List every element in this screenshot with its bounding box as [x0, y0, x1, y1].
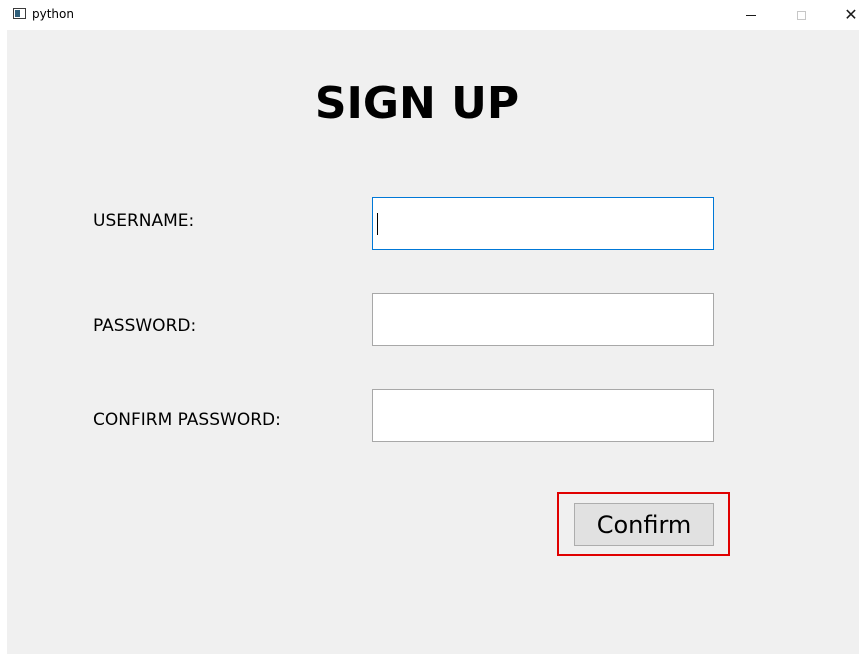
text-caret: [377, 213, 378, 235]
close-button[interactable]: ✕: [828, 0, 866, 30]
password-field[interactable]: [372, 293, 714, 346]
app-window: python ✕ SIGN UP USERNAME: PASSWORD: CON…: [0, 0, 866, 654]
heading-container: SIGN UP: [7, 78, 827, 129]
confirm-password-field[interactable]: [372, 389, 714, 442]
python-window-icon: [13, 8, 26, 19]
page-title: SIGN UP: [314, 78, 520, 129]
window-title: python: [32, 7, 74, 21]
username-label: USERNAME:: [93, 211, 195, 231]
close-icon: ✕: [844, 5, 858, 24]
minimize-icon: [746, 14, 756, 16]
title-bar[interactable]: python ✕: [0, 0, 866, 30]
password-label: PASSWORD:: [93, 316, 197, 336]
username-field[interactable]: [372, 197, 714, 250]
confirm-button[interactable]: Confirm: [574, 503, 714, 546]
minimize-button[interactable]: [728, 0, 774, 30]
maximize-icon: [796, 10, 806, 20]
maximize-button[interactable]: [778, 0, 824, 30]
confirm-password-label: CONFIRM PASSWORD:: [93, 410, 281, 430]
